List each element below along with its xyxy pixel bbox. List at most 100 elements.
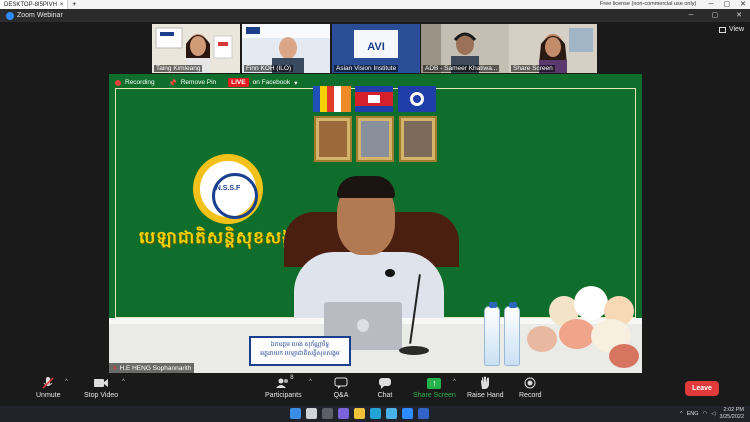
qa-label: Q&A [333, 392, 349, 399]
live-destination[interactable]: on Facebook [253, 79, 291, 86]
water-bottle [504, 302, 520, 366]
tray-chevron-icon[interactable]: ^ [680, 411, 683, 417]
cambodia-flag [355, 86, 393, 112]
logo-text: N.S.S.F [215, 185, 241, 192]
participants-icon: 8 [274, 375, 294, 390]
meeting-stage: Taing Kimleang Finn KOH (ILO) AVI Asian … [0, 22, 750, 373]
language-indicator[interactable]: ENG [687, 411, 699, 417]
raise-hand-button[interactable]: Raise Hand [467, 376, 504, 399]
participant-name: Asian Vision Institute [334, 65, 399, 72]
participants-caret-icon[interactable]: ^ [309, 379, 312, 385]
start-icon[interactable] [290, 408, 301, 419]
buddhist-flag [313, 86, 351, 112]
microphone-base [399, 346, 429, 355]
share-options-caret-icon[interactable]: ^ [453, 379, 456, 385]
gallery-tile-adb[interactable]: ADB - Sameer Khatiwa... [421, 24, 509, 73]
file-explorer-icon[interactable] [354, 408, 365, 419]
remote-tab-close-icon[interactable]: × [60, 2, 64, 8]
gallery-tile-share-screen[interactable]: Share Screen [509, 24, 597, 73]
recording-icon [115, 79, 121, 86]
stop-video-label: Stop Video [84, 392, 119, 399]
zoom-maximize-icon[interactable]: ▢ [712, 9, 719, 22]
record-label: Record [519, 392, 542, 399]
unmute-button[interactable]: Unmute [36, 376, 61, 399]
wifi-icon[interactable]: ◠ [702, 411, 707, 417]
clock[interactable]: 2:02 PM 3/25/2022 [720, 407, 744, 420]
minimize-icon[interactable]: ─ [709, 0, 714, 9]
remote-app-icon[interactable] [418, 408, 429, 419]
flower [527, 326, 557, 352]
edge-icon[interactable] [370, 408, 381, 419]
nameplate-line1: ឯកឧត្តម ហេង សុភ័ណ្ណារិទ្ធ [270, 342, 330, 348]
microphone-head [385, 269, 395, 277]
volume-icon[interactable]: ◁ [711, 411, 715, 417]
leave-button[interactable]: Leave [685, 381, 719, 396]
video-options-caret-icon[interactable]: ^ [122, 379, 125, 385]
recording-label: Recording [125, 79, 155, 86]
close-icon[interactable]: ✕ [740, 0, 746, 9]
remove-pin-button[interactable]: Remove Pin [181, 79, 216, 86]
muted-mic-icon: ✕ [112, 365, 118, 372]
raise-hand-label: Raise Hand [467, 392, 504, 399]
participant-name: Share Screen [511, 65, 555, 72]
teams-icon[interactable] [338, 408, 349, 419]
participant-name: Finn KOH (ILO) [244, 65, 294, 72]
maximize-icon[interactable]: ▢ [724, 0, 731, 9]
participant-name: ADB - Sameer Khatiwa... [423, 65, 500, 72]
add-tab-icon[interactable]: + [68, 2, 80, 8]
qa-button[interactable]: Q&A [332, 376, 350, 399]
zoom-logo-icon [6, 11, 14, 20]
nameplate-line2: អគ្គនាយក បេឡាជាតិសន្តិសុខសង្គម [260, 351, 340, 357]
store-icon[interactable] [386, 408, 397, 419]
grid-view-icon [718, 26, 726, 33]
chat-button[interactable]: Chat [376, 376, 394, 399]
microphone-muted-icon [39, 376, 57, 390]
gallery-tile-avi[interactable]: AVI Asian Vision Institute [332, 24, 420, 73]
license-text: Free license (non-commercial use only) [600, 1, 697, 7]
nssf-logo: N.S.S.F [193, 154, 263, 224]
remote-desktop-bar: DESKTOP-8I5PIVH × + Free license (non-co… [0, 0, 750, 9]
svg-text:AVI: AVI [367, 41, 385, 53]
royal-flag [398, 86, 436, 112]
view-button[interactable]: View [718, 26, 744, 33]
flower [574, 286, 608, 320]
remote-tab-title: DESKTOP-8I5PIVH [4, 1, 57, 8]
remote-tab[interactable]: DESKTOP-8I5PIVH × [0, 0, 69, 9]
water-bottle [484, 302, 500, 366]
zoom-window-controls: ─ ▢ ✕ [689, 9, 742, 22]
record-icon [521, 376, 539, 390]
banner-title: បេឡាជាតិសន្តិសុខសង្គម [139, 228, 306, 247]
hand-icon [476, 376, 494, 390]
unmute-label: Unmute [36, 392, 61, 399]
record-button[interactable]: Record [519, 376, 542, 399]
participants-button[interactable]: 8 Participants [265, 375, 302, 399]
system-tray: ^ ENG ◠ ◁ 2:02 PM 3/25/2022 [680, 407, 744, 420]
gallery-tile-finn[interactable]: Finn KOH (ILO) [242, 24, 330, 73]
gallery-tile-taing[interactable]: Taing Kimleang [152, 24, 240, 73]
portrait-frame [356, 116, 394, 162]
stop-video-button[interactable]: Stop Video [84, 376, 118, 399]
time: 2:02 PM [723, 407, 744, 413]
audio-options-caret-icon[interactable]: ^ [65, 379, 68, 385]
video-camera-icon [92, 376, 110, 390]
portrait-frame [314, 116, 352, 162]
nameplate: ឯកឧត្តម ហេង សុភ័ណ្ណារិទ្ធ អគ្គនាយក បេឡាជ… [249, 336, 351, 366]
chevron-down-icon[interactable]: ▾ [294, 79, 297, 87]
main-speaker-video: Recording 📌 Remove Pin LIVE on Facebook … [109, 74, 642, 373]
zoom-app-icon[interactable] [402, 408, 413, 419]
window-title: Zoom Webinar [17, 12, 63, 19]
zoom-close-icon[interactable]: ✕ [736, 9, 742, 22]
speaker-hair [337, 176, 395, 198]
zoom-title-bar: Zoom Webinar ─ ▢ ✕ [0, 9, 750, 22]
share-screen-button[interactable]: ↑ Share Screen [413, 376, 456, 399]
zoom-minimize-icon[interactable]: ─ [689, 9, 694, 22]
qa-icon [332, 376, 350, 390]
task-view-icon[interactable] [322, 408, 333, 419]
view-label: View [728, 26, 744, 33]
live-badge[interactable]: LIVE [228, 78, 249, 87]
participants-label: Participants [265, 392, 302, 399]
chat-label: Chat [377, 392, 393, 399]
remote-window-controls: ─ ▢ ✕ [709, 0, 746, 9]
search-icon[interactable] [306, 408, 317, 419]
flower [559, 319, 595, 349]
